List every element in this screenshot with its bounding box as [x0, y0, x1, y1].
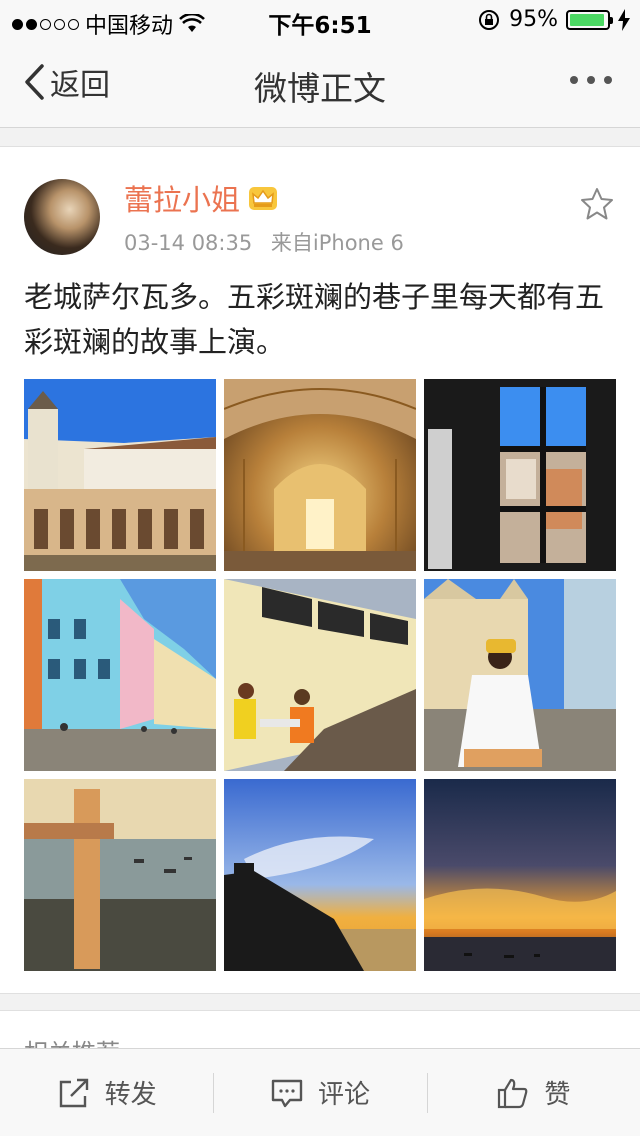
- orientation-lock-icon: [479, 9, 500, 30]
- nav-bar: 返回 微博正文: [0, 40, 640, 128]
- favorite-star-icon[interactable]: [580, 187, 614, 221]
- photo-colonial-church-courtyard[interactable]: [24, 379, 216, 571]
- photo-baiana-woman[interactable]: [424, 579, 616, 771]
- like-button[interactable]: 赞: [426, 1049, 640, 1136]
- repost-icon: [59, 1078, 88, 1107]
- page-title: 微博正文: [254, 69, 386, 108]
- comment-icon: [271, 1079, 303, 1107]
- thumbs-up-icon: [498, 1078, 528, 1108]
- photo-window-view[interactable]: [424, 379, 616, 571]
- avatar[interactable]: [24, 179, 100, 255]
- photo-sunset-sea[interactable]: [424, 779, 616, 971]
- photo-sunset-coast[interactable]: [224, 779, 416, 971]
- battery-area: 95%: [477, 7, 630, 32]
- post-card: 蕾拉小姐 03-14 08:35 来自iPhone 6 老城萨尔瓦多。五彩斑斓的…: [0, 146, 640, 994]
- photo-colorful-street[interactable]: [24, 579, 216, 771]
- post-source: 来自iPhone 6: [270, 231, 404, 255]
- status-bar: 中国移动 下午6:51 95%: [0, 0, 640, 40]
- repost-button[interactable]: 转发: [0, 1049, 213, 1136]
- photo-elevator-tower-bay[interactable]: [24, 779, 216, 971]
- repost-label: 转发: [104, 1080, 157, 1110]
- post-date: 03-14 08:35: [124, 231, 253, 255]
- battery-icon: [566, 9, 613, 30]
- action-bar: 转发 评论 赞: [0, 1048, 640, 1136]
- photo-grid: [24, 379, 616, 971]
- username[interactable]: 蕾拉小姐: [124, 177, 240, 219]
- post-author[interactable]: 蕾拉小姐: [124, 177, 278, 219]
- crown-badge-icon: [249, 187, 278, 210]
- like-label: 赞: [544, 1080, 571, 1110]
- comment-label: 评论: [317, 1080, 370, 1110]
- related-recommendations: 相关推荐: [0, 1010, 640, 1067]
- post-text: 老城萨尔瓦多。五彩斑斓的巷子里每天都有五彩斑斓的故事上演。: [24, 280, 605, 359]
- photo-men-sitting-yellow-wall[interactable]: [224, 579, 416, 771]
- charging-bolt-icon: [618, 8, 630, 31]
- photo-golden-church-interior[interactable]: [224, 379, 416, 571]
- comment-button[interactable]: 评论: [213, 1049, 426, 1136]
- more-options-icon[interactable]: [570, 76, 612, 84]
- battery-percent: 95%: [509, 7, 558, 32]
- post-meta: 03-14 08:35 来自iPhone 6: [124, 227, 404, 257]
